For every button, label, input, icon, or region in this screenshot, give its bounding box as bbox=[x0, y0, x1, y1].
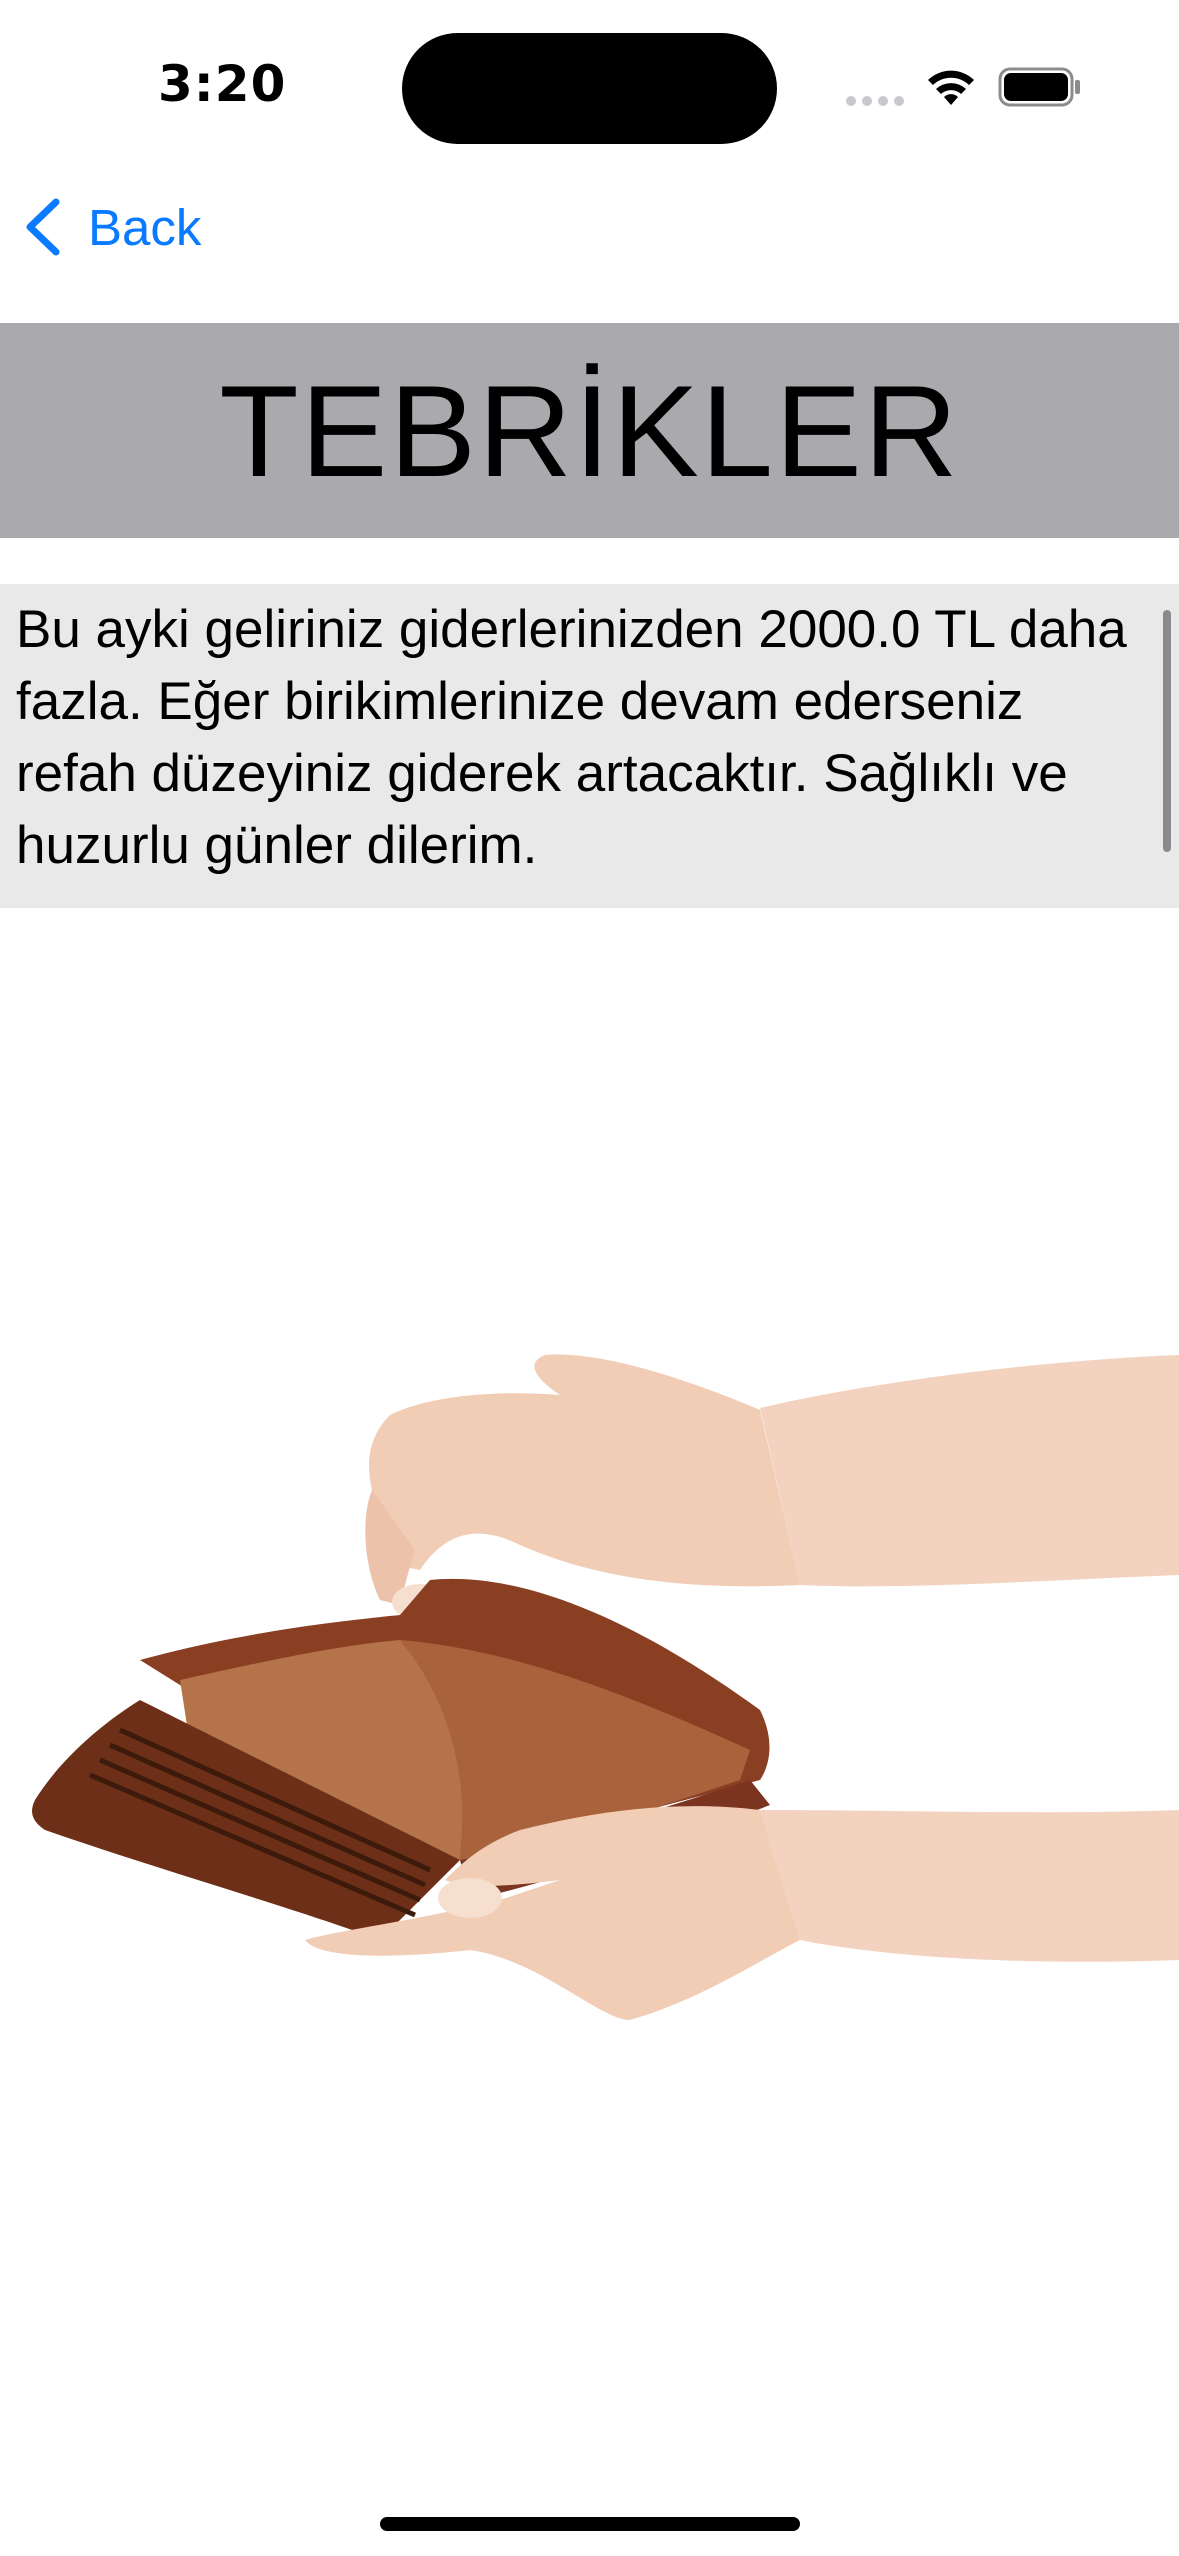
battery-icon bbox=[998, 67, 1080, 107]
home-indicator[interactable] bbox=[380, 2517, 800, 2531]
back-label: Back bbox=[88, 198, 202, 256]
dynamic-island bbox=[402, 33, 777, 144]
message-text: Bu ayki geliriniz giderlerinizden 2000.0… bbox=[16, 600, 1127, 875]
back-button[interactable]: Back bbox=[22, 190, 201, 264]
scroll-indicator[interactable] bbox=[1163, 610, 1171, 852]
status-time: 3:20 bbox=[158, 55, 287, 113]
cellular-signal-icon bbox=[846, 96, 904, 106]
chevron-left-icon bbox=[26, 198, 60, 256]
status-bar: 3:20 bbox=[0, 0, 1179, 175]
message-text-view[interactable]: Bu ayki geliriniz giderlerinizden 2000.0… bbox=[0, 584, 1179, 908]
empty-wallet-image bbox=[32, 1354, 1179, 2020]
page-title: TEBRİKLER bbox=[219, 357, 960, 504]
wifi-icon bbox=[928, 70, 974, 105]
title-banner: TEBRİKLER bbox=[0, 323, 1179, 538]
